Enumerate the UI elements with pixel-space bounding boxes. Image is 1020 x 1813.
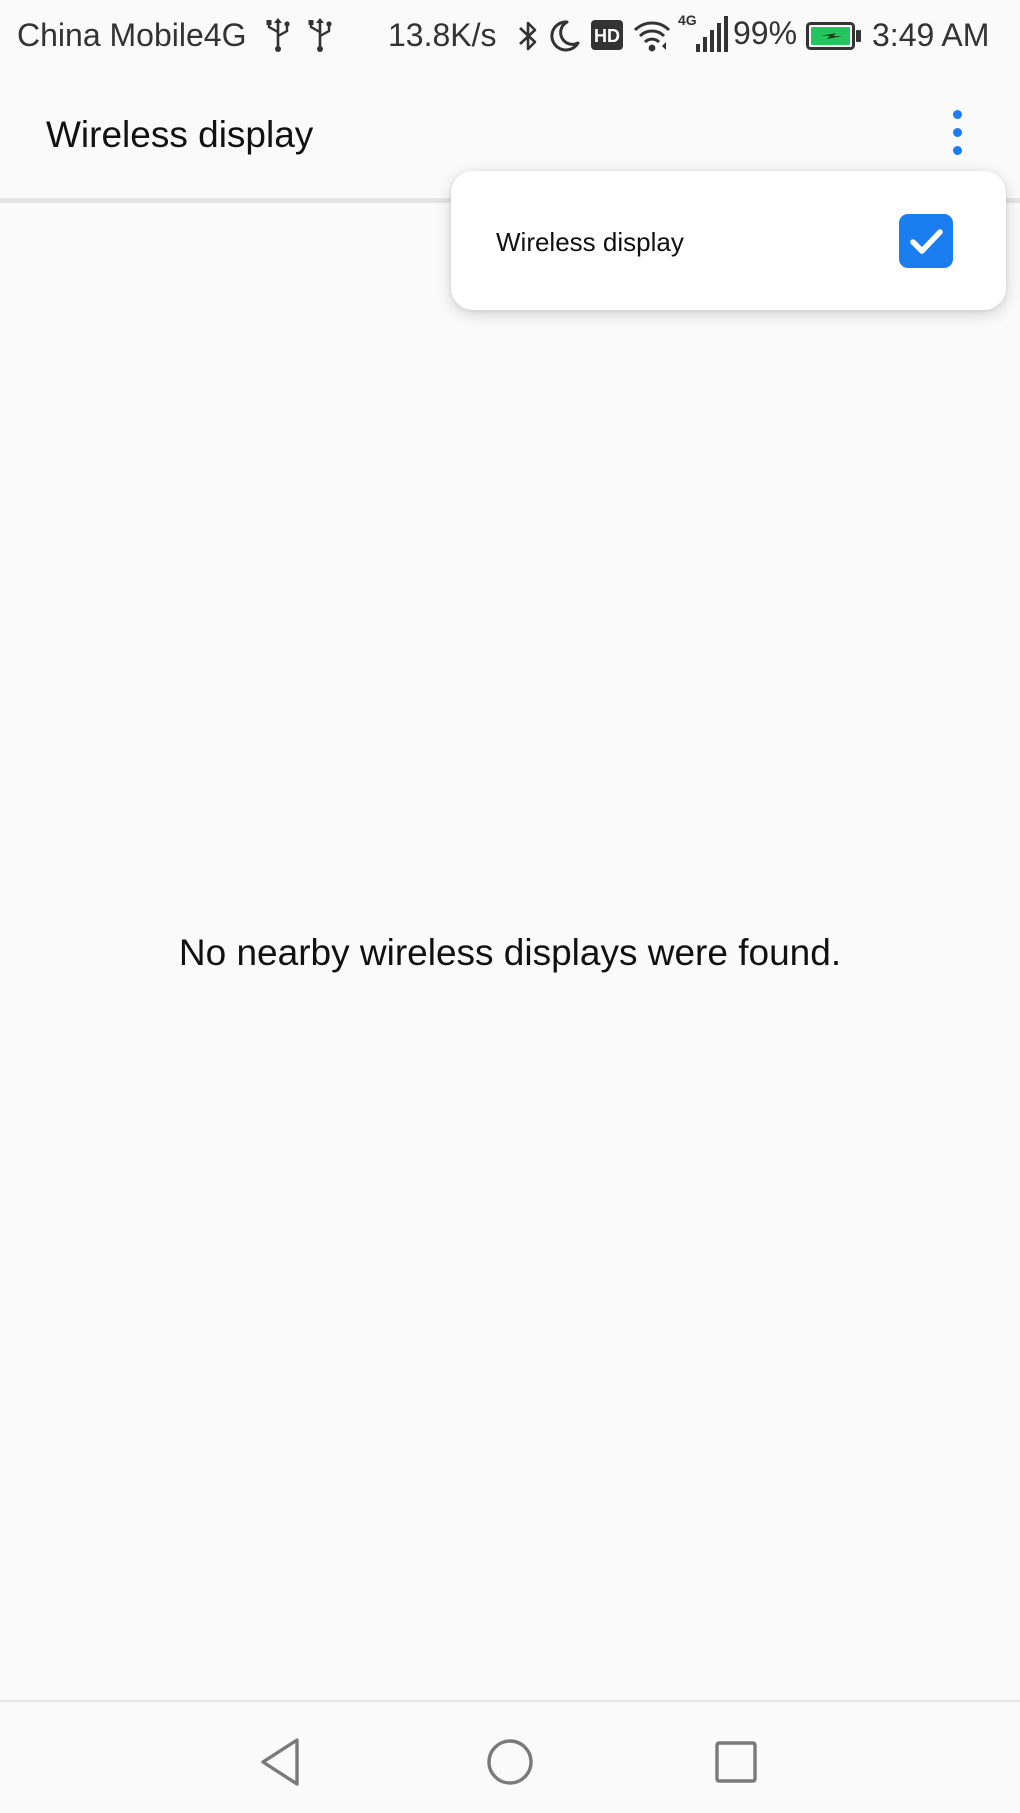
signal-icon: 4G [678,12,730,54]
battery-percent: 99% [733,15,798,51]
overflow-popup-menu: Wireless display [451,171,1006,310]
battery-icon [806,22,861,50]
wifi-icon [633,21,671,52]
carrier-name: China Mobile4G [17,17,247,53]
network-type: 4G [678,12,697,28]
empty-state-message: No nearby wireless displays were found. [178,932,842,973]
moon-icon [550,20,580,52]
navigation-bar [0,1700,1020,1813]
usb-icon [308,18,332,52]
hd-label: HD [594,26,620,46]
bluetooth-icon [519,21,537,51]
hd-icon: HD [591,20,623,50]
status-bar: China Mobile4G 13.8K/s HD 4G 99% 3:49 AM [0,0,1020,72]
wireless-display-checkbox[interactable] [899,214,953,268]
home-icon[interactable] [480,1732,540,1792]
status-time: 3:49 AM [872,17,990,53]
usb-icon [266,18,290,52]
menu-item-label: Wireless display [496,227,684,257]
page-title: Wireless display [46,114,314,155]
more-vert-icon[interactable] [936,106,980,166]
recents-icon[interactable] [706,1732,766,1792]
menu-item-wireless-display[interactable]: Wireless display [451,171,1006,310]
network-speed: 13.8K/s [388,17,497,53]
screen: China Mobile4G 13.8K/s HD 4G 99% 3:49 AM… [0,0,1020,1813]
back-icon[interactable] [253,1732,313,1792]
check-icon [910,229,943,254]
